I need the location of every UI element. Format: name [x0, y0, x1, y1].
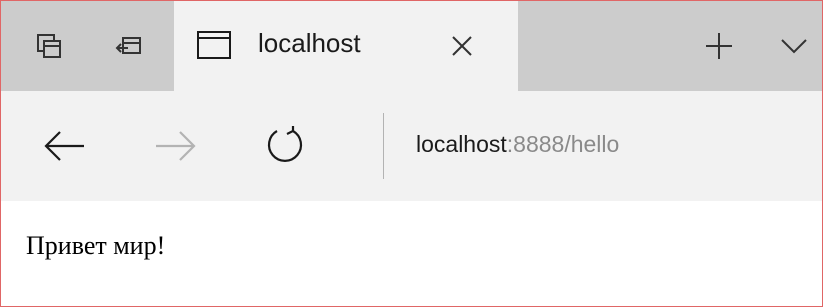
back-button[interactable] [31, 91, 99, 201]
tabs-preview-icon [37, 34, 61, 58]
forward-button[interactable] [141, 91, 209, 201]
new-tab-button[interactable] [689, 1, 749, 91]
tab-localhost[interactable]: localhost [174, 1, 518, 91]
back-arrow-icon [44, 131, 84, 161]
set-aside-tabs-button[interactable] [99, 1, 159, 91]
chevron-down-icon [781, 39, 807, 54]
page-icon [197, 31, 231, 59]
refresh-button[interactable] [251, 91, 319, 201]
tab-list-button[interactable] [766, 1, 822, 91]
set-aside-tabs-icon [115, 37, 141, 54]
close-icon [452, 36, 472, 56]
tab-bar: localhost [1, 1, 822, 91]
address-path: :8888/hello [506, 131, 620, 157]
page-content: Привет мир! [1, 201, 822, 306]
address-bar[interactable]: localhost:8888/hello [416, 131, 619, 158]
address-host: localhost [416, 131, 507, 157]
browser-window: localhost localhost:8888/hello Привет ми… [0, 0, 823, 307]
page-text: Привет мир! [26, 231, 166, 260]
tab-preview-button[interactable] [19, 1, 79, 91]
plus-icon [706, 33, 732, 59]
refresh-icon [267, 126, 303, 162]
close-tab-button[interactable] [446, 30, 478, 62]
tab-title: localhost [258, 28, 361, 58]
nav-divider [383, 113, 384, 179]
forward-arrow-icon [156, 131, 196, 161]
navigation-bar: localhost:8888/hello [1, 91, 822, 201]
